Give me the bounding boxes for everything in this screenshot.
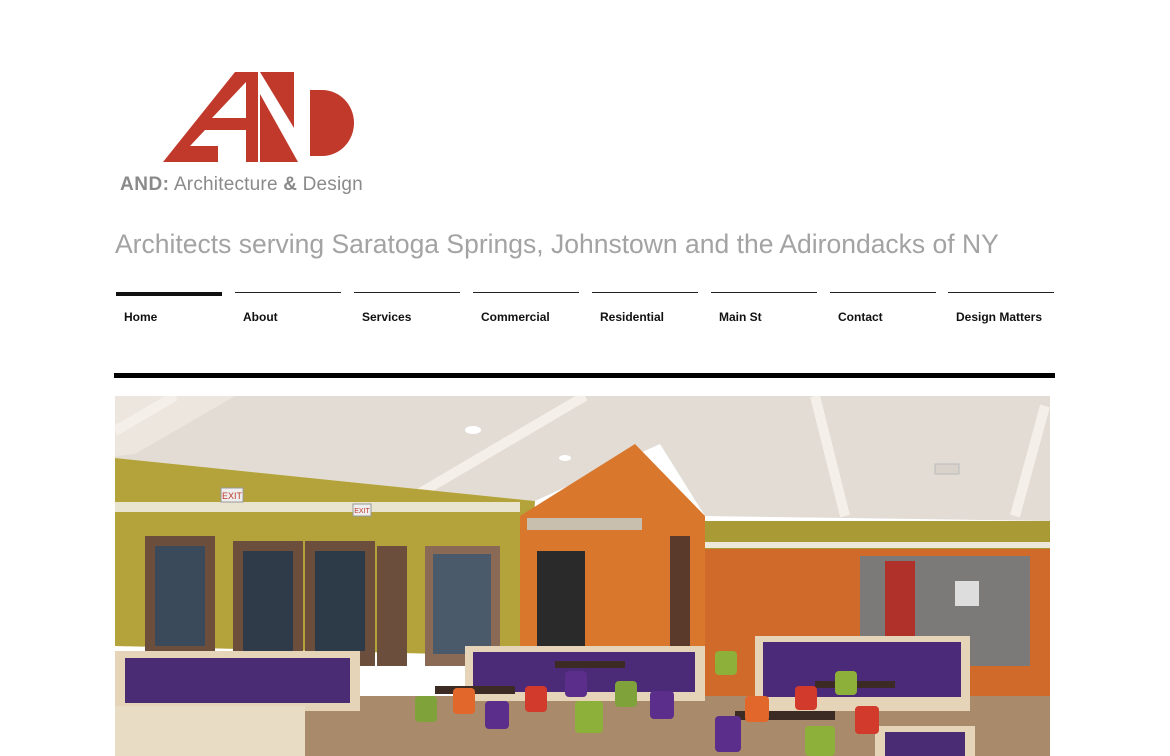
nav-item-design-matters[interactable]: Design Matters: [948, 292, 1054, 331]
site-logo[interactable]: AND: Architecture & Design: [116, 66, 406, 198]
hero-image: EXIT EXIT: [115, 396, 1050, 756]
logo-wordmark: AND: Architecture & Design: [120, 174, 363, 196]
nav-item-label: Home: [124, 310, 158, 324]
nav-item-home[interactable]: Home: [116, 292, 222, 334]
nav-item-residential[interactable]: Residential: [592, 292, 698, 331]
nav-item-contact[interactable]: Contact: [830, 292, 936, 331]
nav-item-label: Design Matters: [956, 310, 1043, 324]
main-navigation: Home About Services Commercial Residenti…: [115, 292, 1055, 332]
logo-brand: AND:: [120, 174, 170, 195]
nav-item-label: About: [243, 310, 278, 324]
and-logo-mark-icon: [163, 72, 354, 162]
nav-item-label: Residential: [600, 310, 665, 324]
nav-item-commercial[interactable]: Commercial: [473, 292, 579, 331]
exit-sign-2: EXIT: [354, 508, 370, 515]
nav-item-label: Main St: [719, 310, 762, 324]
site-tagline: Architects serving Saratoga Springs, Joh…: [115, 229, 999, 259]
exit-sign-1: EXIT: [222, 491, 243, 501]
cafeteria-interior-illustration: EXIT EXIT: [115, 396, 1050, 756]
nav-item-about[interactable]: About: [235, 292, 341, 331]
logo-name-part1: Architecture: [173, 174, 278, 195]
nav-item-services[interactable]: Services: [354, 292, 460, 331]
nav-item-label: Commercial: [481, 310, 550, 324]
nav-item-main-st[interactable]: Main St: [711, 292, 817, 331]
nav-item-label: Services: [362, 310, 412, 324]
header-divider: [114, 373, 1055, 378]
nav-item-label: Contact: [838, 310, 883, 324]
logo-ampersand: &: [283, 174, 298, 195]
logo-name-part2: Design: [302, 174, 363, 195]
